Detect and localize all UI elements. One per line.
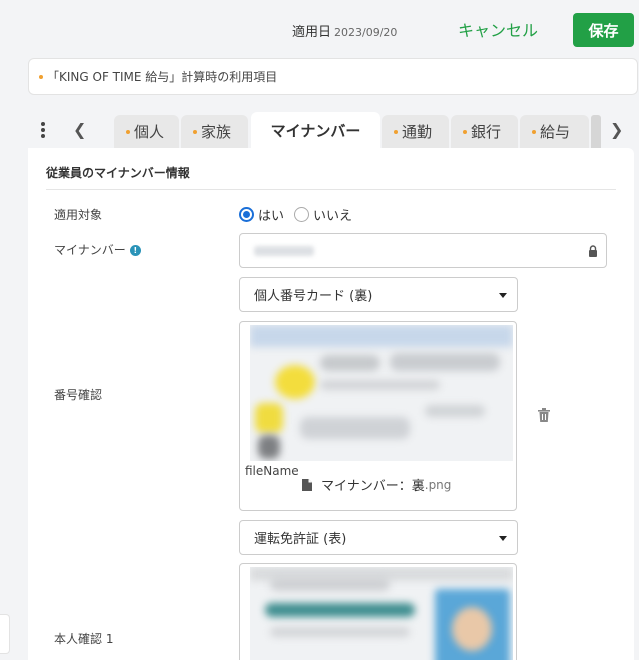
tab-bar: ❮ 個人 家族 マイナンバー 通勤 銀行 給与 ❯ xyxy=(28,112,639,148)
radio-checked-icon[interactable] xyxy=(239,207,254,222)
file-caption: fileName xyxy=(245,464,299,478)
identity-doc-select[interactable]: 運転免許証 (表) xyxy=(239,520,518,555)
mynumber-label: マイナンバー! xyxy=(54,241,141,258)
tab-mynumber[interactable]: マイナンバー xyxy=(251,112,380,148)
save-button[interactable]: 保存 xyxy=(573,13,634,47)
info-icon[interactable]: ! xyxy=(129,245,141,256)
number-check-select[interactable]: 個人番号カード (裏) xyxy=(239,277,518,312)
tab-overflow-edge xyxy=(591,115,601,148)
number-check-file[interactable]: fileName マイナンバー：裏 .png xyxy=(239,321,517,511)
radio-unchecked-icon[interactable] xyxy=(294,207,310,222)
tab-label: 銀行 xyxy=(471,123,502,141)
lock-icon xyxy=(589,245,597,257)
orange-dot-icon xyxy=(532,129,536,134)
tab-label: 給与 xyxy=(540,123,571,141)
file-icon xyxy=(302,478,312,491)
tab-label: 個人 xyxy=(134,123,165,141)
file-name-row: マイナンバー：裏 .png xyxy=(302,475,451,494)
payroll-notice: 「KING OF TIME 給与」計算時の利用項目 xyxy=(28,58,638,95)
identity-file[interactable] xyxy=(239,563,517,660)
orange-dot-icon xyxy=(394,129,398,134)
top-bar: 適用日 2023/09/20 キャンセル 保存 xyxy=(0,0,639,58)
applicable-radio-group: はい いいえ xyxy=(239,205,362,224)
orange-dot-icon xyxy=(193,129,197,134)
effective-date: 適用日 2023/09/20 xyxy=(292,21,397,40)
mynumber-panel: 従業員のマイナンバー情報 適用対象 はい いいえ マイナンバー! 個人番号カード… xyxy=(28,148,634,660)
chevron-left-icon[interactable]: ❮ xyxy=(73,120,86,139)
kebab-menu-icon[interactable] xyxy=(40,122,46,138)
mynumber-input[interactable] xyxy=(239,233,607,268)
effective-date-label: 適用日 xyxy=(292,25,332,40)
radio-no-label: いいえ xyxy=(313,209,353,224)
masked-value xyxy=(254,246,314,256)
section-divider xyxy=(46,189,616,190)
radio-yes-label: はい xyxy=(258,209,285,224)
trash-icon[interactable] xyxy=(538,408,550,422)
radio-no[interactable]: いいえ xyxy=(294,205,352,224)
tab-family[interactable]: 家族 xyxy=(181,115,248,148)
tab-commute[interactable]: 通勤 xyxy=(382,115,449,148)
tab-bank[interactable]: 銀行 xyxy=(451,115,518,148)
card-back-preview-image xyxy=(250,325,513,461)
tab-label: 通勤 xyxy=(402,123,433,141)
orange-dot-icon xyxy=(463,129,467,134)
tab-salary[interactable]: 給与 xyxy=(520,115,589,148)
radio-yes[interactable]: はい xyxy=(239,205,284,224)
orange-dot-icon xyxy=(39,74,43,79)
tab-label: 家族 xyxy=(201,123,232,141)
effective-date-value: 2023/09/20 xyxy=(334,26,398,39)
chevron-right-icon[interactable]: ❯ xyxy=(610,120,623,139)
applicable-label: 適用対象 xyxy=(54,208,103,222)
license-preview-image xyxy=(250,567,513,660)
side-handle[interactable] xyxy=(0,614,10,654)
number-check-selected: 個人番号カード (裏) xyxy=(254,289,373,304)
identity-doc-selected: 運転免許証 (表) xyxy=(254,532,347,547)
file-extension: .png xyxy=(424,477,452,492)
tab-label: マイナンバー xyxy=(270,121,361,140)
mynumber-label-text: マイナンバー xyxy=(54,243,126,257)
orange-dot-icon xyxy=(126,129,130,134)
payroll-notice-text: 「KING OF TIME 給与」計算時の利用項目 xyxy=(47,70,278,84)
section-title: 従業員のマイナンバー情報 xyxy=(46,166,190,180)
caret-down-icon xyxy=(499,293,507,298)
identity-label: 本人確認 1 xyxy=(54,632,114,646)
caret-down-icon xyxy=(499,536,507,541)
file-name: マイナンバー：裏 xyxy=(321,479,425,494)
number-check-label: 番号確認 xyxy=(54,388,103,402)
tab-personal[interactable]: 個人 xyxy=(114,115,179,148)
cancel-button[interactable]: キャンセル xyxy=(458,17,538,41)
